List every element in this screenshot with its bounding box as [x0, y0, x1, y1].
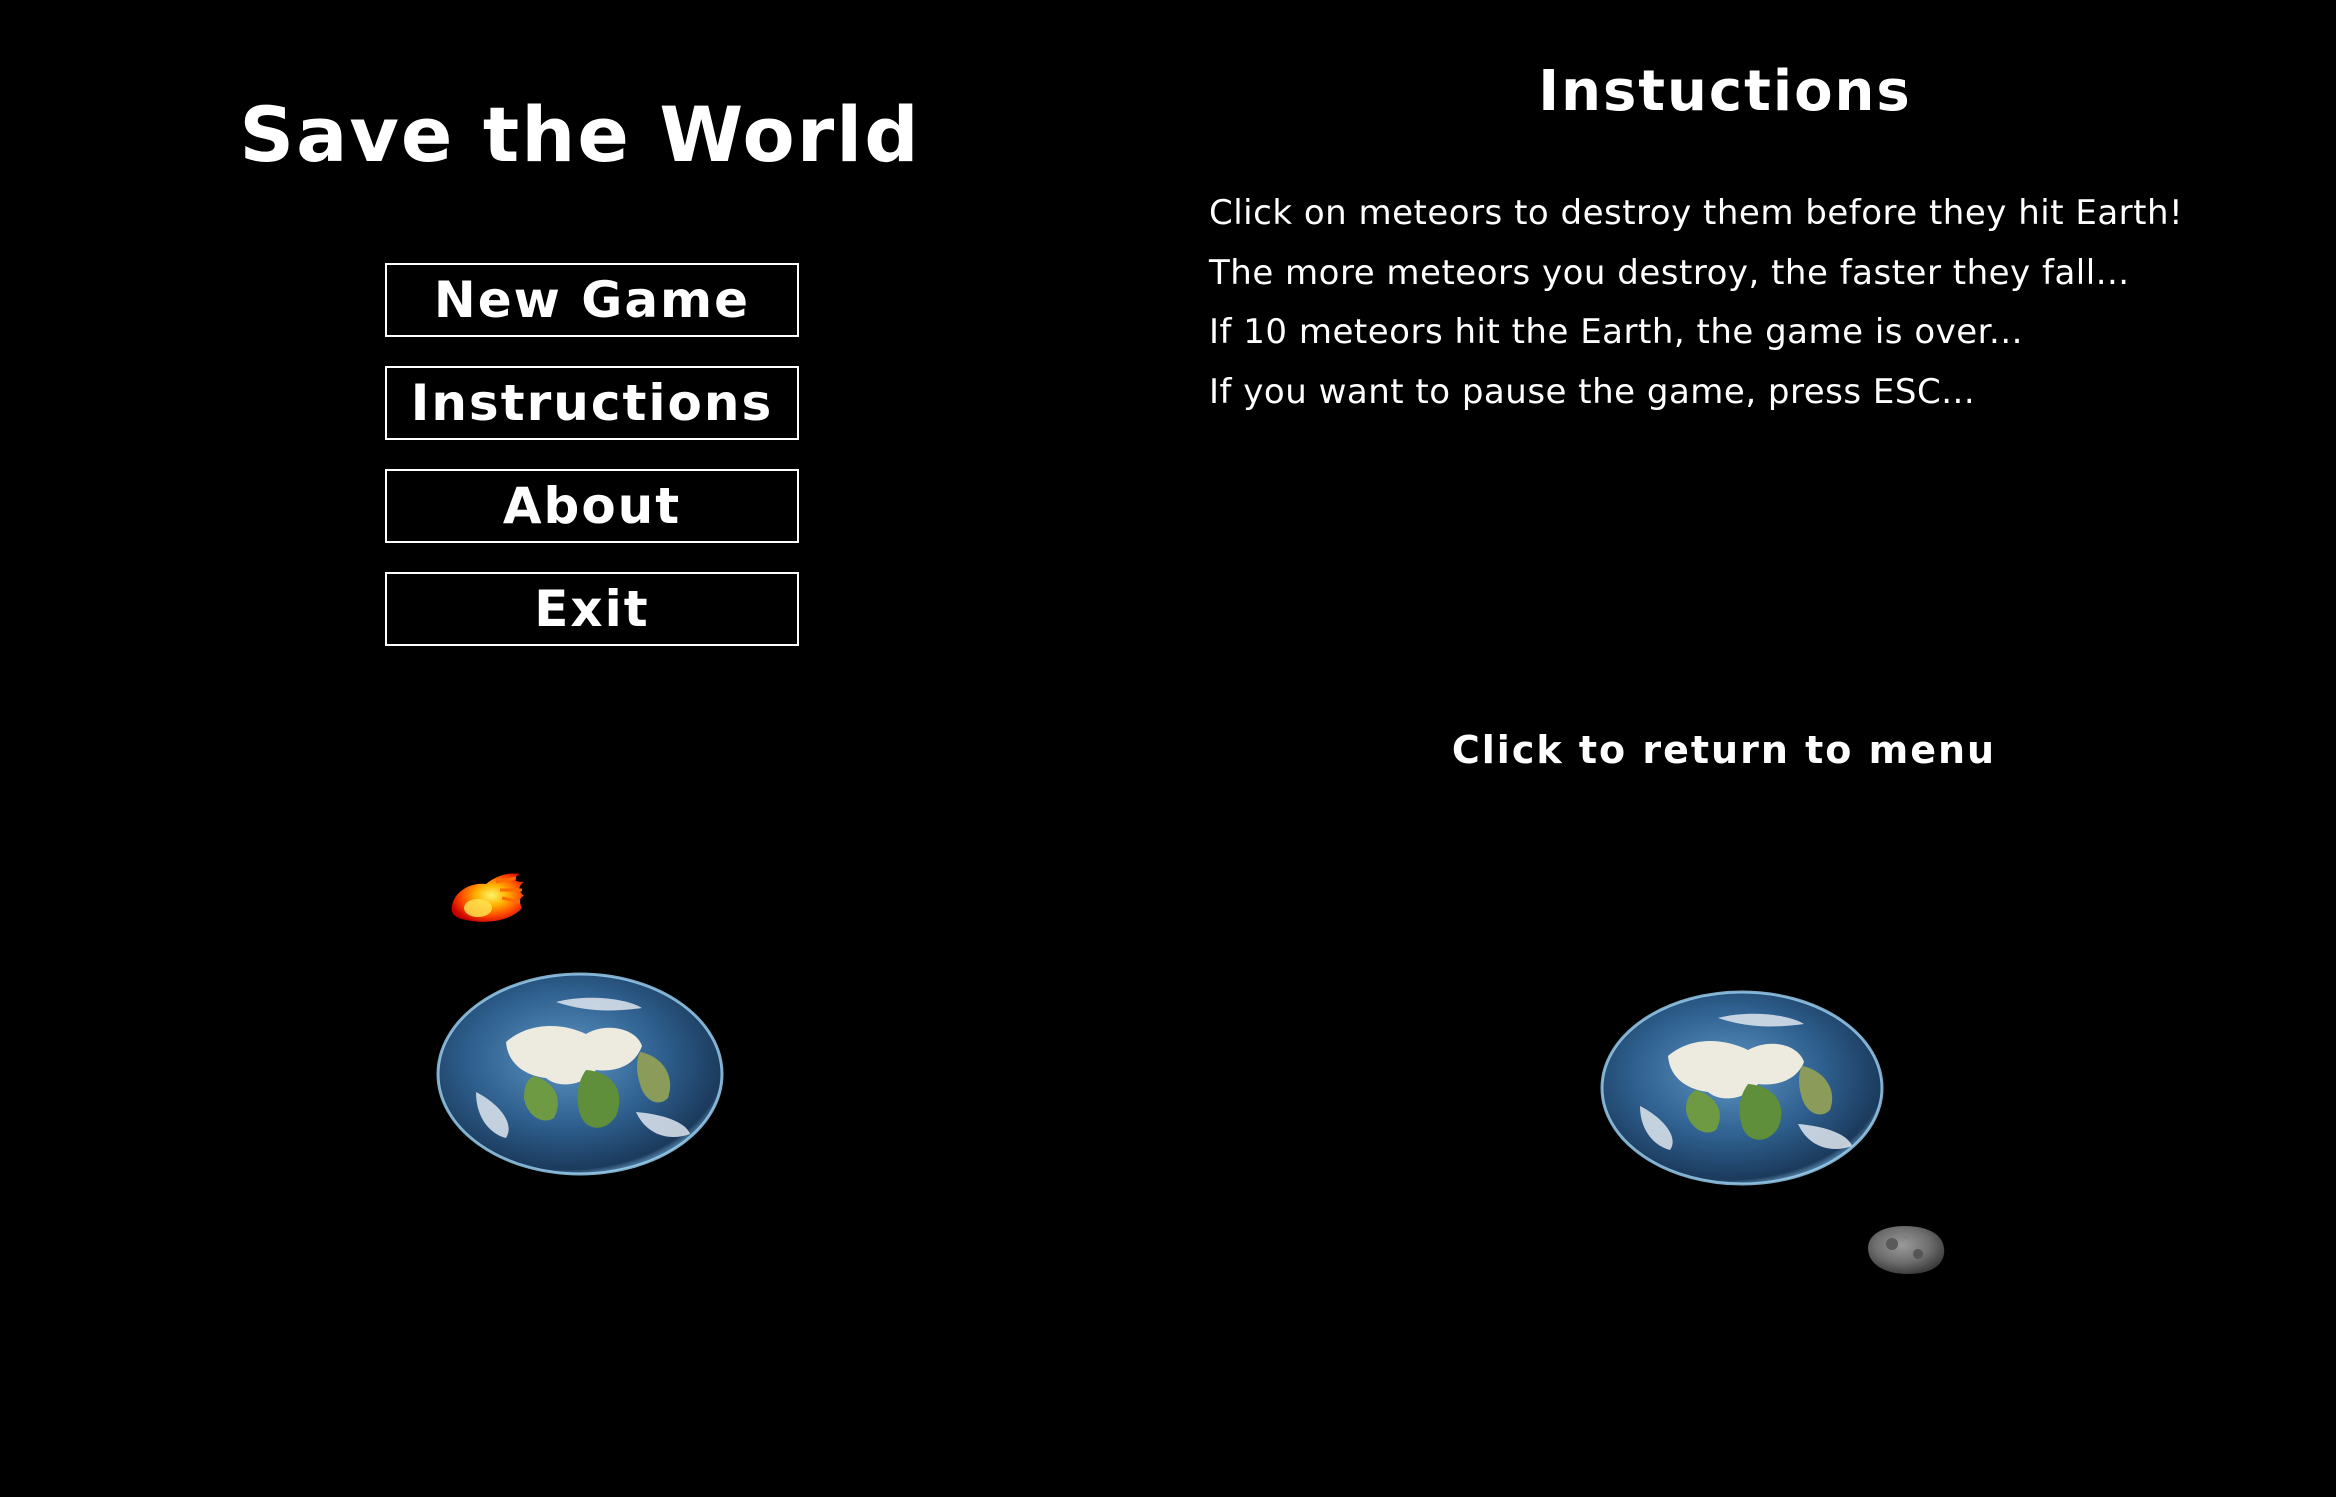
rock-meteor-icon[interactable] — [1862, 1222, 1948, 1278]
earth-icon — [436, 972, 724, 1176]
exit-button[interactable]: Exit — [385, 572, 799, 646]
flaming-meteor-icon[interactable] — [444, 868, 526, 926]
instruction-line: If you want to pause the game, press ESC… — [1209, 371, 1976, 412]
about-button[interactable]: About — [385, 469, 799, 543]
instructions-title: Instuctions — [1538, 59, 1912, 124]
instructions-list: Click on meteors to destroy them before … — [1209, 184, 2183, 422]
game-title: Save the World — [239, 90, 921, 179]
game-screen: Save the World New Game Instructions Abo… — [0, 0, 2336, 1497]
instructions-button[interactable]: Instructions — [385, 366, 799, 440]
new-game-button[interactable]: New Game — [385, 263, 799, 337]
instruction-line: If 10 meteors hit the Earth, the game is… — [1209, 312, 2023, 352]
instruction-line: The more meteors you destroy, the faster… — [1209, 252, 2130, 293]
earth-icon — [1600, 990, 1884, 1186]
instruction-line: Click on meteors to destroy them before … — [1209, 193, 2184, 233]
return-to-menu-link[interactable]: Click to return to menu — [1356, 728, 2092, 772]
